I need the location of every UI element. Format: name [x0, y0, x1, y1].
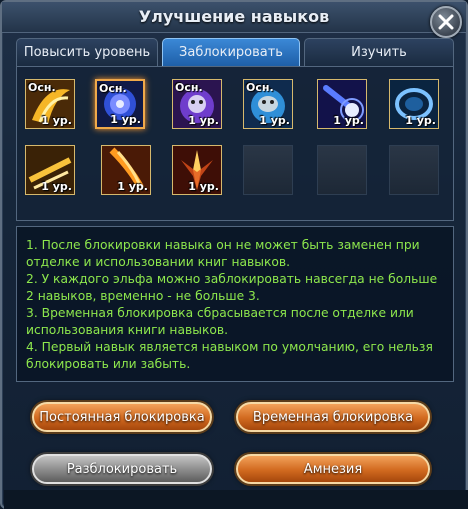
skill-level: 1 ур.	[117, 180, 148, 193]
skill-slot[interactable]: 1 ур.	[101, 145, 151, 195]
skill-upgrade-window: Улучшение навыков Повысить уровень Забло…	[0, 0, 468, 509]
skill-level: 1 ур.	[188, 114, 219, 127]
main-skill-tag: Осн.	[99, 82, 127, 95]
window-title: Улучшение навыков	[138, 7, 330, 26]
main-skill-tag: Осн.	[175, 81, 203, 94]
skill-slot[interactable]: 1 ур.	[389, 79, 439, 129]
skill-grid: Осн. 1 ур. Осн. 1 ур. Осн. 1 ур. Осн. 1 …	[16, 66, 454, 221]
skill-level: 1 ур.	[188, 180, 219, 193]
skill-slot[interactable]: 1 ур.	[317, 79, 367, 129]
tab-level-up[interactable]: Повысить уровень	[16, 38, 158, 66]
skill-slot-selected[interactable]: Осн. 1 ур.	[95, 79, 145, 129]
main-skill-tag: Осн.	[28, 81, 56, 94]
skill-level: 1 ур.	[110, 113, 141, 126]
bottom-strip	[4, 490, 468, 509]
skill-slot[interactable]: 1 ур.	[25, 145, 75, 195]
skill-level: 1 ур.	[41, 114, 72, 127]
empty-skill-slot	[243, 145, 293, 195]
rule-line: использования книги навыков.	[26, 323, 229, 337]
rule-line: отделке и использовании книг навыков.	[26, 255, 291, 269]
permanent-lock-button[interactable]: Постоянная блокировка	[32, 402, 212, 432]
skill-slot[interactable]: Осн. 1 ур.	[243, 79, 293, 129]
main-skill-tag: Осн.	[246, 81, 274, 94]
skill-level: 1 ур.	[259, 114, 290, 127]
skill-level: 1 ур.	[41, 180, 72, 193]
skill-level: 1 ур.	[333, 114, 364, 127]
temporary-lock-button[interactable]: Временная блокировка	[236, 402, 430, 432]
lock-rules-text: 1. После блокировки навыка он не может б…	[16, 226, 454, 382]
tab-learn[interactable]: Изучить	[304, 38, 454, 66]
empty-skill-slot	[389, 145, 439, 195]
amnesia-button[interactable]: Амнезия	[236, 454, 430, 484]
rule-line: 4. Первый навык является навыком по умол…	[26, 340, 433, 354]
title-bar: Улучшение навыков	[2, 2, 466, 33]
skill-slot[interactable]: Осн. 1 ур.	[172, 79, 222, 129]
rule-line: 1. После блокировки навыка он не может б…	[26, 238, 420, 252]
unlock-button[interactable]: Разблокировать	[32, 454, 212, 484]
empty-skill-slot	[317, 145, 367, 195]
rule-line: 2 навыков, временно - не больше 3.	[26, 289, 260, 303]
skill-slot[interactable]: 1 ур.	[172, 145, 222, 195]
skill-slot[interactable]: Осн. 1 ур.	[25, 79, 75, 129]
tab-lock[interactable]: Заблокировать	[162, 38, 300, 66]
rule-line: 3. Временная блокировка сбрасывается пос…	[26, 306, 414, 320]
skill-level: 1 ур.	[405, 114, 436, 127]
rule-line: блокировать или забыть.	[26, 357, 191, 371]
rule-line: 2. У каждого эльфа можно заблокировать н…	[26, 272, 438, 286]
tab-bar: Повысить уровень Заблокировать Изучить	[16, 38, 454, 66]
close-x-icon[interactable]	[430, 6, 462, 38]
